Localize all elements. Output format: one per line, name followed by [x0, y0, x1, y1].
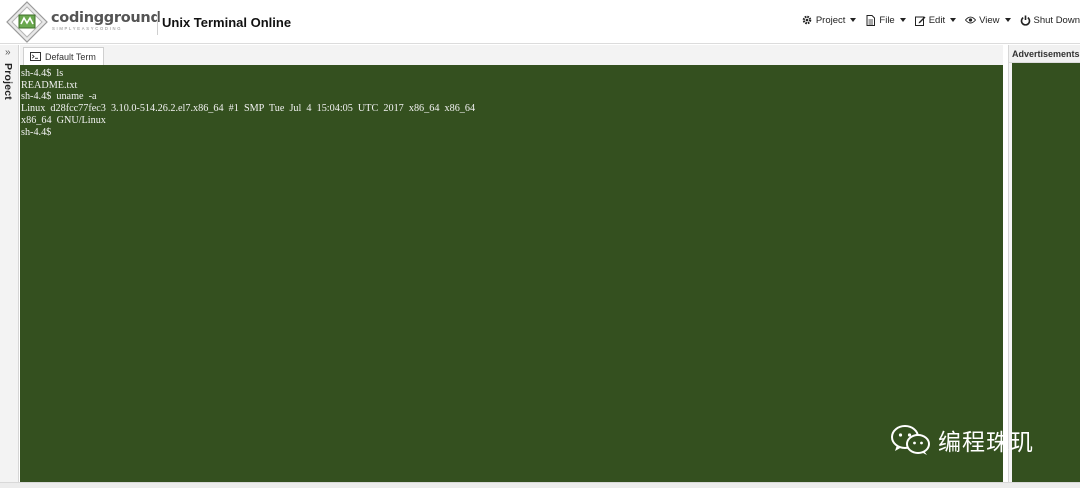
terminal-line: README.txt — [21, 79, 78, 91]
logo-diamond-icon — [6, 1, 48, 43]
power-icon — [1020, 15, 1031, 26]
menu-project[interactable]: Project — [802, 15, 857, 26]
bottom-bar — [0, 482, 1080, 488]
project-sidebar-label[interactable]: Project — [2, 63, 14, 100]
tab-default-term-label: Default Term — [45, 51, 96, 62]
chevron-down-icon — [950, 18, 957, 22]
watermark: 编程珠玑 — [890, 420, 1034, 460]
top-header: codingground SIMPLYEASYCODING Unix Termi… — [0, 0, 1080, 44]
chevron-down-icon — [850, 18, 857, 22]
logo-tagline: SIMPLYEASYCODING — [52, 26, 123, 31]
menu-file-label: File — [879, 14, 895, 26]
header-divider — [157, 11, 158, 35]
terminal-line: sh-4.4$ uname -a — [21, 91, 97, 103]
logo-wordmark: codingground — [51, 10, 161, 26]
expand-sidebar-icon[interactable]: » — [5, 48, 11, 58]
gear-icon — [802, 15, 813, 26]
menu-project-label: Project — [815, 14, 846, 26]
wechat-icon — [891, 425, 930, 455]
terminal-line: sh-4.4$ ls — [21, 68, 64, 79]
chevron-down-icon — [1004, 18, 1011, 22]
page-title: Unix Terminal Online — [162, 15, 292, 30]
project-sidebar: » Project — [0, 45, 19, 482]
edit-icon — [914, 15, 926, 26]
advertisements-title: Advertisements — [1009, 45, 1080, 63]
terminal-icon — [30, 52, 41, 61]
watermark-text: 编程珠玑 — [938, 430, 1034, 456]
menu-view-label: View — [979, 14, 1000, 26]
terminal-output[interactable]: sh-4.4$ ls README.txt sh-4.4$ uname -a L… — [20, 65, 1003, 482]
terminal-line: x86_64 GNU/Linux — [21, 114, 106, 126]
main-menu: Project File Edit View Shut Down — [802, 12, 1080, 28]
file-icon — [865, 14, 876, 26]
tab-default-term[interactable]: Default Term — [23, 47, 104, 65]
chevron-down-icon — [899, 18, 906, 22]
menu-edit[interactable]: Edit — [914, 14, 957, 26]
shut-down-button[interactable]: Shut Down — [1020, 15, 1080, 26]
menu-file[interactable]: File — [865, 14, 906, 26]
menu-edit-label: Edit — [928, 14, 946, 26]
advertisements-panel: Advertisements — [1008, 45, 1080, 482]
codingground-logo[interactable]: codingground SIMPLYEASYCODING — [6, 1, 161, 43]
shut-down-label: Shut Down — [1033, 14, 1080, 26]
terminal-line: Linux d28fcc77fec3 3.10.0-514.26.2.el7.x… — [21, 103, 476, 115]
eye-icon — [965, 15, 977, 26]
terminal-tabbar: Default Term — [20, 45, 1003, 65]
menu-view[interactable]: View — [965, 14, 1011, 26]
terminal-prompt-line: sh-4.4$ — [21, 126, 52, 138]
